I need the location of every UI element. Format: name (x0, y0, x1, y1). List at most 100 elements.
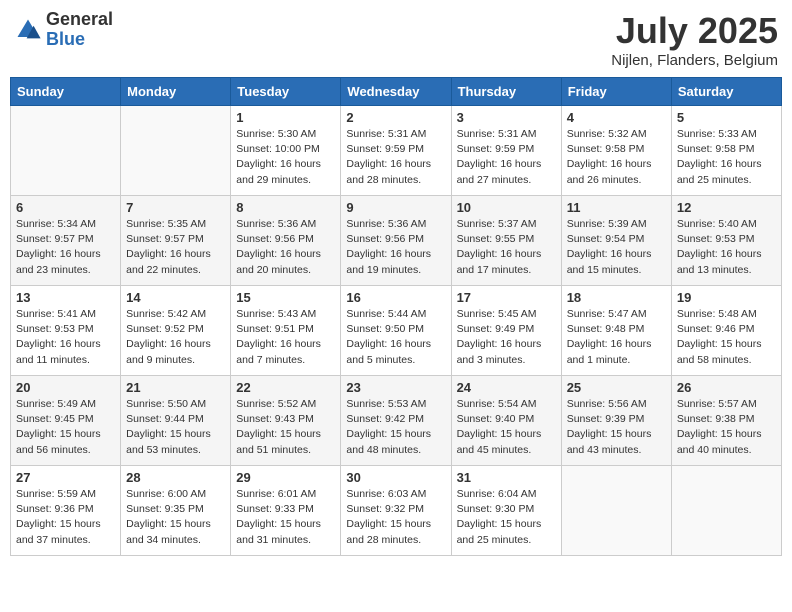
header-cell-thursday: Thursday (451, 78, 561, 106)
day-detail: Sunrise: 5:42 AM Sunset: 9:52 PM Dayligh… (126, 307, 225, 368)
calendar-cell (121, 106, 231, 196)
day-detail: Sunrise: 5:50 AM Sunset: 9:44 PM Dayligh… (126, 397, 225, 458)
header-cell-wednesday: Wednesday (341, 78, 451, 106)
day-detail: Sunrise: 5:35 AM Sunset: 9:57 PM Dayligh… (126, 217, 225, 278)
logo: General Blue (14, 10, 113, 50)
day-number: 11 (567, 200, 666, 215)
month-year: July 2025 (611, 10, 778, 52)
day-detail: Sunrise: 5:37 AM Sunset: 9:55 PM Dayligh… (457, 217, 556, 278)
day-detail: Sunrise: 5:34 AM Sunset: 9:57 PM Dayligh… (16, 217, 115, 278)
page-header: General Blue July 2025 Nijlen, Flanders,… (10, 10, 782, 69)
calendar-cell: 10Sunrise: 5:37 AM Sunset: 9:55 PM Dayli… (451, 196, 561, 286)
calendar-cell: 23 Sunrise: 5:53 AM Sunset: 9:42 PM Dayli… (341, 376, 451, 466)
day-detail: Sunrise: 6:04 AM Sunset: 9:30 PM Dayligh… (457, 487, 556, 548)
day-detail: Sunrise: 5:57 AM Sunset: 9:38 PM Dayligh… (677, 397, 776, 458)
day-detail: Sunrise: 5:47 AM Sunset: 9:48 PM Dayligh… (567, 307, 666, 368)
day-detail: Sunrise: 6:03 AM Sunset: 9:32 PM Dayligh… (346, 487, 445, 548)
day-number: 30 (346, 470, 445, 485)
day-number: 12 (677, 200, 776, 215)
day-number: 26 (677, 380, 776, 395)
calendar-cell: 30 Sunrise: 6:03 AM Sunset: 9:32 PM Dayli… (341, 466, 451, 556)
week-row-3: 13 Sunrise: 5:41 AM Sunset: 9:53 PM Dayli… (11, 286, 782, 376)
calendar-cell: 19 Sunrise: 5:48 AM Sunset: 9:46 PM Dayli… (671, 286, 781, 376)
day-number: 22 (236, 380, 335, 395)
calendar-cell (671, 466, 781, 556)
day-number: 18 (567, 290, 666, 305)
day-number: 1 (236, 110, 335, 125)
day-number: 28 (126, 470, 225, 485)
day-detail: Sunrise: 6:00 AM Sunset: 9:35 PM Dayligh… (126, 487, 225, 548)
calendar-cell: 26 Sunrise: 5:57 AM Sunset: 9:38 PM Dayli… (671, 376, 781, 466)
day-detail: Sunrise: 5:36 AM Sunset: 9:56 PM Dayligh… (236, 217, 335, 278)
header-cell-saturday: Saturday (671, 78, 781, 106)
day-number: 17 (457, 290, 556, 305)
day-number: 7 (126, 200, 225, 215)
calendar-cell: 21 Sunrise: 5:50 AM Sunset: 9:44 PM Dayli… (121, 376, 231, 466)
day-detail: Sunrise: 5:53 AM Sunset: 9:42 PM Dayligh… (346, 397, 445, 458)
day-number: 13 (16, 290, 115, 305)
day-number: 15 (236, 290, 335, 305)
day-detail: Sunrise: 5:30 AM Sunset: 10:00 PM Daylig… (236, 127, 335, 188)
logo-blue: Blue (46, 30, 113, 50)
day-number: 9 (346, 200, 445, 215)
day-number: 21 (126, 380, 225, 395)
day-detail: Sunrise: 5:40 AM Sunset: 9:53 PM Dayligh… (677, 217, 776, 278)
week-row-5: 27Sunrise: 5:59 AM Sunset: 9:36 PM Dayli… (11, 466, 782, 556)
week-row-1: 1 Sunrise: 5:30 AM Sunset: 10:00 PM Dayli… (11, 106, 782, 196)
calendar-cell: 5 Sunrise: 5:33 AM Sunset: 9:58 PM Daylig… (671, 106, 781, 196)
calendar-table: SundayMondayTuesdayWednesdayThursdayFrid… (10, 77, 782, 556)
day-number: 20 (16, 380, 115, 395)
day-number: 6 (16, 200, 115, 215)
location: Nijlen, Flanders, Belgium (611, 52, 778, 69)
week-row-2: 6 Sunrise: 5:34 AM Sunset: 9:57 PM Daylig… (11, 196, 782, 286)
header-row: SundayMondayTuesdayWednesdayThursdayFrid… (11, 78, 782, 106)
day-detail: Sunrise: 5:56 AM Sunset: 9:39 PM Dayligh… (567, 397, 666, 458)
title-block: July 2025 Nijlen, Flanders, Belgium (611, 10, 778, 69)
day-detail: Sunrise: 5:43 AM Sunset: 9:51 PM Dayligh… (236, 307, 335, 368)
calendar-cell: 8 Sunrise: 5:36 AM Sunset: 9:56 PM Daylig… (231, 196, 341, 286)
calendar-cell: 31 Sunrise: 6:04 AM Sunset: 9:30 PM Dayli… (451, 466, 561, 556)
day-number: 25 (567, 380, 666, 395)
calendar-cell: 2Sunrise: 5:31 AM Sunset: 9:59 PM Daylig… (341, 106, 451, 196)
day-detail: Sunrise: 5:41 AM Sunset: 9:53 PM Dayligh… (16, 307, 115, 368)
calendar-cell: 15 Sunrise: 5:43 AM Sunset: 9:51 PM Dayli… (231, 286, 341, 376)
calendar-cell: 29Sunrise: 6:01 AM Sunset: 9:33 PM Dayli… (231, 466, 341, 556)
day-number: 29 (236, 470, 335, 485)
day-detail: Sunrise: 5:31 AM Sunset: 9:59 PM Dayligh… (457, 127, 556, 188)
day-number: 8 (236, 200, 335, 215)
calendar-cell: 20 Sunrise: 5:49 AM Sunset: 9:45 PM Dayli… (11, 376, 121, 466)
day-number: 31 (457, 470, 556, 485)
day-detail: Sunrise: 5:33 AM Sunset: 9:58 PM Dayligh… (677, 127, 776, 188)
day-number: 16 (346, 290, 445, 305)
day-number: 23 (346, 380, 445, 395)
calendar-cell: 4Sunrise: 5:32 AM Sunset: 9:58 PM Daylig… (561, 106, 671, 196)
day-number: 24 (457, 380, 556, 395)
calendar-cell: 17 Sunrise: 5:45 AM Sunset: 9:49 PM Dayli… (451, 286, 561, 376)
calendar-cell: 11 Sunrise: 5:39 AM Sunset: 9:54 PM Dayli… (561, 196, 671, 286)
day-detail: Sunrise: 5:39 AM Sunset: 9:54 PM Dayligh… (567, 217, 666, 278)
day-number: 5 (677, 110, 776, 125)
calendar-cell: 1 Sunrise: 5:30 AM Sunset: 10:00 PM Dayli… (231, 106, 341, 196)
calendar-cell: 7 Sunrise: 5:35 AM Sunset: 9:57 PM Daylig… (121, 196, 231, 286)
day-detail: Sunrise: 5:48 AM Sunset: 9:46 PM Dayligh… (677, 307, 776, 368)
day-detail: Sunrise: 5:32 AM Sunset: 9:58 PM Dayligh… (567, 127, 666, 188)
day-number: 2 (346, 110, 445, 125)
header-cell-sunday: Sunday (11, 78, 121, 106)
day-number: 27 (16, 470, 115, 485)
calendar-cell: 24Sunrise: 5:54 AM Sunset: 9:40 PM Dayli… (451, 376, 561, 466)
day-number: 14 (126, 290, 225, 305)
calendar-cell (561, 466, 671, 556)
day-detail: Sunrise: 5:49 AM Sunset: 9:45 PM Dayligh… (16, 397, 115, 458)
calendar-cell: 18 Sunrise: 5:47 AM Sunset: 9:48 PM Dayli… (561, 286, 671, 376)
day-detail: Sunrise: 5:45 AM Sunset: 9:49 PM Dayligh… (457, 307, 556, 368)
day-number: 19 (677, 290, 776, 305)
week-row-4: 20 Sunrise: 5:49 AM Sunset: 9:45 PM Dayli… (11, 376, 782, 466)
calendar-cell: 16Sunrise: 5:44 AM Sunset: 9:50 PM Dayli… (341, 286, 451, 376)
logo-text: General Blue (46, 10, 113, 50)
calendar-cell: 12 Sunrise: 5:40 AM Sunset: 9:53 PM Dayli… (671, 196, 781, 286)
calendar-cell: 22Sunrise: 5:52 AM Sunset: 9:43 PM Dayli… (231, 376, 341, 466)
logo-general: General (46, 10, 113, 30)
header-cell-monday: Monday (121, 78, 231, 106)
logo-icon (14, 16, 42, 44)
calendar-cell: 9Sunrise: 5:36 AM Sunset: 9:56 PM Daylig… (341, 196, 451, 286)
